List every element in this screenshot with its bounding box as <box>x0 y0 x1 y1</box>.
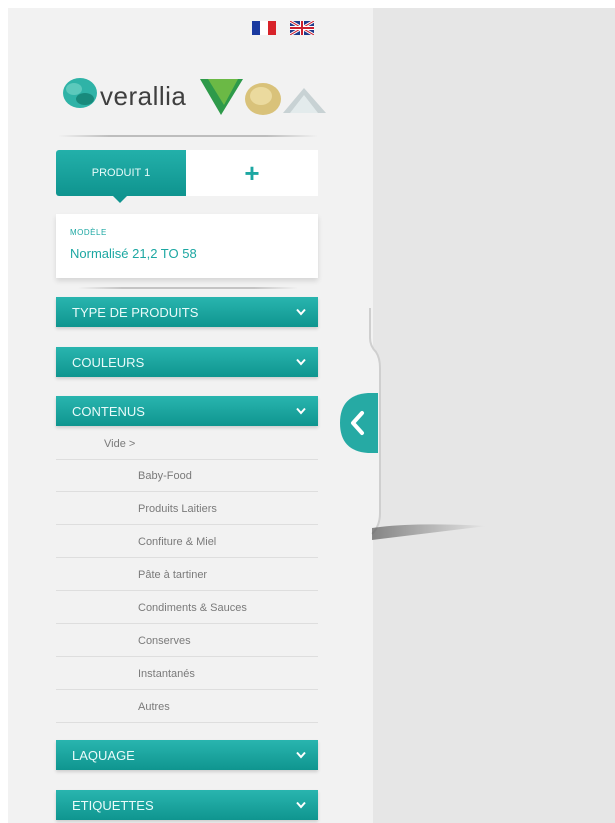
accordion-etiquettes[interactable]: ETIQUETTES <box>56 790 318 820</box>
accordion-laquage[interactable]: LAQUAGE <box>56 740 318 770</box>
chevron-down-icon <box>296 751 306 759</box>
configurator-sidebar: verallia PRODUIT 1 + MODÈLE Normalisé 21… <box>8 8 373 823</box>
divider <box>78 287 298 289</box>
submenu-item-condiments-sauces[interactable]: Condiments & Sauces <box>56 592 318 624</box>
accordion-contenus[interactable]: CONTENUS <box>56 396 318 426</box>
submenu-item-autres[interactable]: Autres <box>56 691 318 723</box>
flag-fr-icon[interactable] <box>252 21 276 35</box>
model-card: MODÈLE Normalisé 21,2 TO 58 <box>56 214 318 278</box>
language-switcher <box>252 18 314 38</box>
collapse-sidebar-handle[interactable] <box>338 393 378 453</box>
accordion-label: ETIQUETTES <box>72 797 154 813</box>
chevron-down-icon <box>296 407 306 415</box>
submenu-item-instantanes[interactable]: Instantanés <box>56 658 318 690</box>
divider <box>58 135 318 137</box>
submenu-item-confiture-miel[interactable]: Confiture & Miel <box>56 526 318 558</box>
accordion-type-de-produits[interactable]: TYPE DE PRODUITS <box>56 297 318 327</box>
app-root: verallia PRODUIT 1 + MODÈLE Normalisé 21… <box>8 8 615 823</box>
submenu-item-pate-a-tartiner[interactable]: Pâte à tartiner <box>56 559 318 591</box>
accordion-couleurs[interactable]: COULEURS <box>56 347 318 377</box>
submenu-item-produits-laitiers[interactable]: Produits Laitiers <box>56 493 318 525</box>
accordion-label: CONTENUS <box>72 403 145 419</box>
drop-shadow <box>372 524 487 540</box>
chevron-down-icon <box>296 801 306 809</box>
tab-produit-1[interactable]: PRODUIT 1 <box>56 150 186 203</box>
accordion-label: COULEURS <box>72 354 145 370</box>
brand-name: verallia <box>100 81 187 111</box>
model-value: Normalisé 21,2 TO 58 <box>70 246 197 261</box>
flag-uk-icon[interactable] <box>290 21 314 35</box>
model-label: MODÈLE <box>70 228 107 237</box>
chevron-down-icon <box>296 308 306 316</box>
verallia-logo <box>63 78 326 115</box>
add-product-button[interactable]: + <box>186 150 318 196</box>
accordion-label: TYPE DE PRODUITS <box>72 304 199 320</box>
submenu-vide[interactable]: Vide > <box>56 428 318 460</box>
submenu-item-baby-food[interactable]: Baby-Food <box>56 460 318 492</box>
submenu-item-conserves[interactable]: Conserves <box>56 625 318 657</box>
accordion-label: LAQUAGE <box>72 747 135 763</box>
chevron-down-icon <box>296 358 306 366</box>
